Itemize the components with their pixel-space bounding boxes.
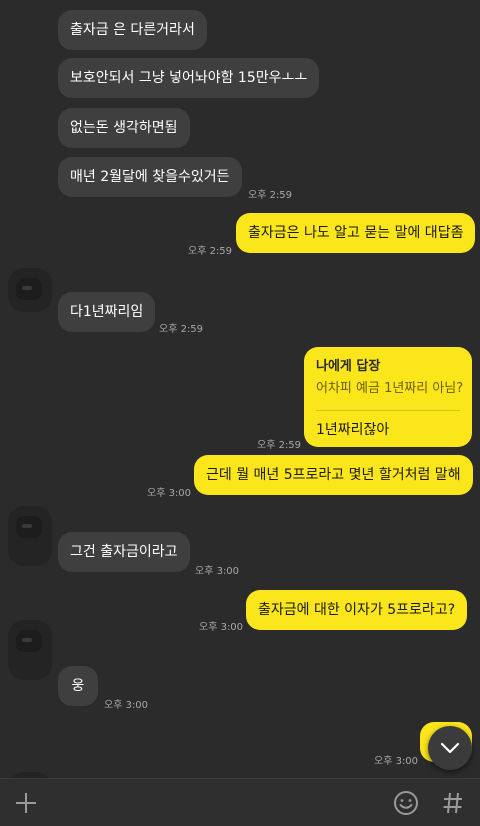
message-text: 웅: [71, 678, 85, 694]
message-text: 근데 뭘 매년 5프로라고 몇년 할거처럼 말해: [206, 467, 461, 483]
message-bubble[interactable]: 출자금에 대한 이자가 5프로라고?: [246, 590, 468, 630]
message-text: 출자금은 나도 알고 묻는 말에 대답좀: [248, 225, 464, 241]
message-text: 출자금 은 다른거라서: [70, 22, 195, 38]
emoji-icon: [394, 791, 418, 815]
message-text: 1년짜리잖아: [316, 422, 390, 438]
input-bar: [0, 778, 480, 826]
message-bubble[interactable]: 출자금 은 다른거라서: [58, 10, 207, 50]
plus-icon: [16, 793, 36, 813]
reply-header: 나에게 답장: [316, 359, 381, 374]
message-bubble[interactable]: 웅: [58, 666, 98, 706]
emoji-button[interactable]: [391, 788, 421, 818]
message-bubble[interactable]: 근데 뭘 매년 5프로라고 몇년 할거처럼 말해: [194, 455, 473, 495]
message-time: 오후 3:00: [199, 622, 244, 633]
message-text: 그건 출자금이라고: [70, 544, 178, 560]
message-bubble[interactable]: 다1년짜리임: [58, 292, 156, 332]
message-time: 오후 3:00: [147, 488, 192, 499]
attach-button[interactable]: [12, 789, 40, 817]
chevron-down-icon: [440, 742, 460, 754]
message-text: 없는돈 생각하면됨: [70, 120, 178, 136]
message-text: 다1년짜리임: [70, 304, 144, 320]
avatar[interactable]: [8, 506, 52, 566]
avatar[interactable]: [8, 268, 52, 312]
message-bubble[interactable]: 출자금은 나도 알고 묻는 말에 대답좀: [236, 213, 476, 253]
message-bubble[interactable]: 보호안되서 그냥 넣어놔야함 15만우ㅗㅗ: [58, 58, 320, 98]
hashtag-button[interactable]: [438, 788, 468, 818]
message-bubble[interactable]: 매년 2월달에 찾을수있거든: [58, 157, 242, 197]
message-time: 오후 2:59: [248, 190, 293, 201]
message-bubble[interactable]: 없는돈 생각하면됨: [58, 108, 190, 148]
message-bubble[interactable]: 그건 출자금이라고: [58, 532, 190, 572]
chat-area[interactable]: 출자금 은 다른거라서 보호안되서 그냥 넣어놔야함 15만우ㅗㅗ 없는돈 생각…: [0, 0, 480, 778]
avatar[interactable]: [8, 620, 52, 680]
message-text: 매년 2월달에 찾을수있거든: [70, 169, 230, 185]
message-time: 오후 3:00: [195, 566, 240, 577]
reply-bubble[interactable]: 나에게 답장 어차피 예금 1년짜리 아님? 1년짜리잖아: [304, 347, 472, 447]
message-time: 오후 3:00: [104, 700, 149, 711]
message-time: 오후 2:59: [257, 440, 302, 451]
message-time: 오후 2:59: [188, 246, 233, 257]
reply-quote[interactable]: 어차피 예금 1년짜리 아님?: [316, 380, 463, 398]
message-time: 오후 2:59: [159, 324, 204, 335]
message-time: 오후 3:00: [374, 756, 419, 767]
message-text: 보호안되서 그냥 넣어놔야함 15만우ㅗㅗ: [70, 70, 308, 86]
scroll-to-bottom-button[interactable]: [428, 726, 472, 770]
message-text: 출자금에 대한 이자가 5프로라고?: [258, 602, 456, 618]
reply-divider: [316, 410, 460, 411]
hashtag-icon: [443, 792, 462, 814]
